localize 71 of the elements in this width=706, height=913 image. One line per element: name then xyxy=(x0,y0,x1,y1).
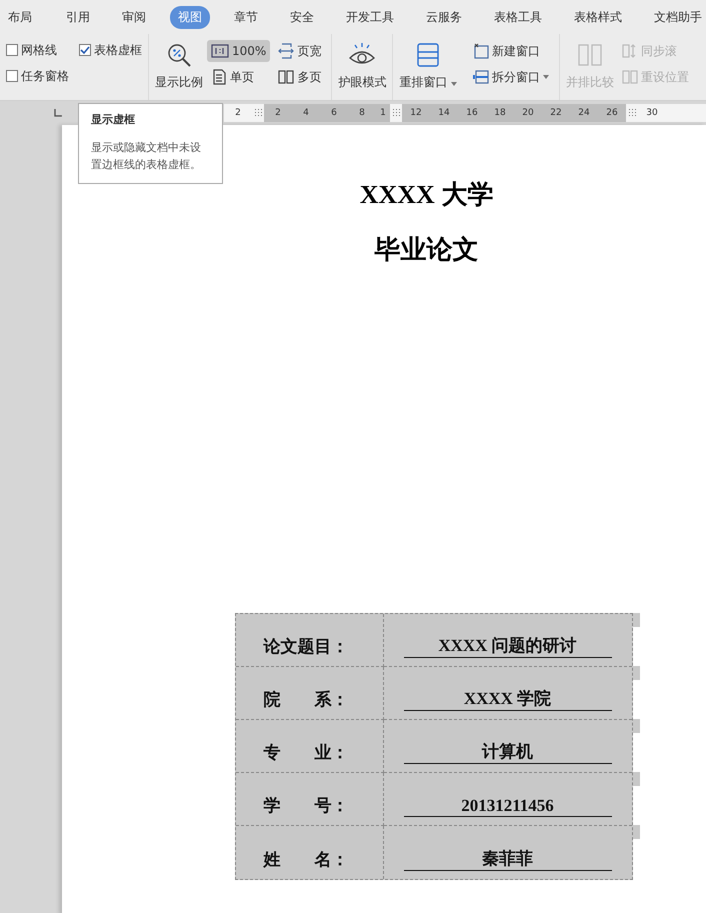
menu-tab[interactable]: 章节 xyxy=(226,6,266,28)
view-button[interactable]: 页宽 xyxy=(274,40,326,62)
tooltip-text: 显示或隐藏文档中未设置边框线的表格虚框。 xyxy=(91,140,202,173)
ruler-number: 1 xyxy=(376,104,390,122)
window-button[interactable]: 新建窗口 xyxy=(469,40,554,62)
view-button[interactable]: 多页 xyxy=(274,66,326,88)
ruler-margin-handle[interactable] xyxy=(252,104,264,122)
ruler-number: 24 xyxy=(570,104,598,122)
field-value: 计算机 xyxy=(404,740,612,764)
menu-tab[interactable]: 布局 xyxy=(0,6,40,28)
field-value: 秦菲菲 xyxy=(404,847,612,871)
caret-icon xyxy=(451,82,458,86)
field-label: 学 号： xyxy=(264,795,348,817)
field-label: 院 系： xyxy=(264,689,348,711)
reset-position-icon xyxy=(622,69,638,85)
checkbox-label: 网格线 xyxy=(21,42,57,58)
page-width-icon xyxy=(278,43,294,59)
ruler-number: 16 xyxy=(458,104,486,122)
menu-tab[interactable]: 云服务 xyxy=(418,6,470,28)
checkbox[interactable]: 表格虚框 xyxy=(79,40,142,60)
ruler-number: 4 xyxy=(292,104,320,122)
checkbox-label: 表格虚框 xyxy=(94,42,142,58)
columns-icon xyxy=(577,42,604,68)
ruler-number: 8 xyxy=(348,104,376,122)
menu-tab[interactable]: 开发工具 xyxy=(338,6,402,28)
field-value: 20131211456 xyxy=(404,796,612,817)
ruler-number: 14 xyxy=(430,104,458,122)
document-title: XXXX 大学 xyxy=(360,179,494,211)
ruler-number: 22 xyxy=(542,104,570,122)
document-subtitle: 毕业论文 xyxy=(374,234,478,266)
pages-icon xyxy=(278,69,294,85)
menu-tab[interactable]: 表格工具 xyxy=(486,6,550,28)
view-button[interactable]: 100% xyxy=(207,40,270,62)
windows-icon xyxy=(416,42,440,68)
menu-tab[interactable]: 引用 xyxy=(58,6,98,28)
zoom-button[interactable]: 显示比例 xyxy=(155,40,203,91)
menu-tab[interactable]: 文档助手 xyxy=(646,6,706,28)
new-window-icon xyxy=(473,43,490,59)
tooltip-title: 显示虚框 xyxy=(91,112,136,127)
field-value: XXXX 问题的研讨 xyxy=(404,634,612,658)
menu-tab[interactable]: 审阅 xyxy=(114,6,154,28)
checkbox[interactable]: 任务窗格 xyxy=(6,66,69,86)
field-value: XXXX 学院 xyxy=(404,687,612,711)
window-button[interactable]: 拆分窗口 xyxy=(469,66,554,88)
ruler-number: 6 xyxy=(320,104,348,122)
ruler-number: 2 xyxy=(224,104,252,122)
ruler-margin-handle[interactable] xyxy=(626,104,638,122)
eye-protection-button[interactable]: 护眼模式 xyxy=(338,40,386,91)
ruler-number: 12 xyxy=(402,104,430,122)
menu-tab[interactable]: 安全 xyxy=(282,6,322,28)
tab-stop-icon xyxy=(54,109,62,117)
magnifier-icon xyxy=(166,42,192,68)
ruler-number: 20 xyxy=(514,104,542,122)
caret-icon xyxy=(543,75,550,79)
ruler-margin-handle[interactable] xyxy=(390,104,402,122)
checkbox[interactable]: 网格线 xyxy=(6,40,69,60)
field-label: 专 业： xyxy=(264,742,348,764)
page-icon xyxy=(211,69,227,85)
ruler-number: 18 xyxy=(486,104,514,122)
checkbox-label: 任务窗格 xyxy=(21,68,69,84)
ruler-number: 26 xyxy=(598,104,626,122)
one-to-one-icon xyxy=(211,44,229,58)
field-label: 姓 名： xyxy=(264,849,348,871)
split-window-icon xyxy=(473,69,490,85)
sync-scroll-icon xyxy=(622,43,638,59)
field-label: 论文题目： xyxy=(264,636,348,658)
arrange-window-button[interactable]: 重排窗口 xyxy=(399,40,458,91)
ruler-number: 2 xyxy=(264,104,292,122)
view-button[interactable]: 单页 xyxy=(207,66,270,88)
ruler-number: 30 xyxy=(638,104,666,122)
menu-tab[interactable]: 表格样式 xyxy=(566,6,630,28)
